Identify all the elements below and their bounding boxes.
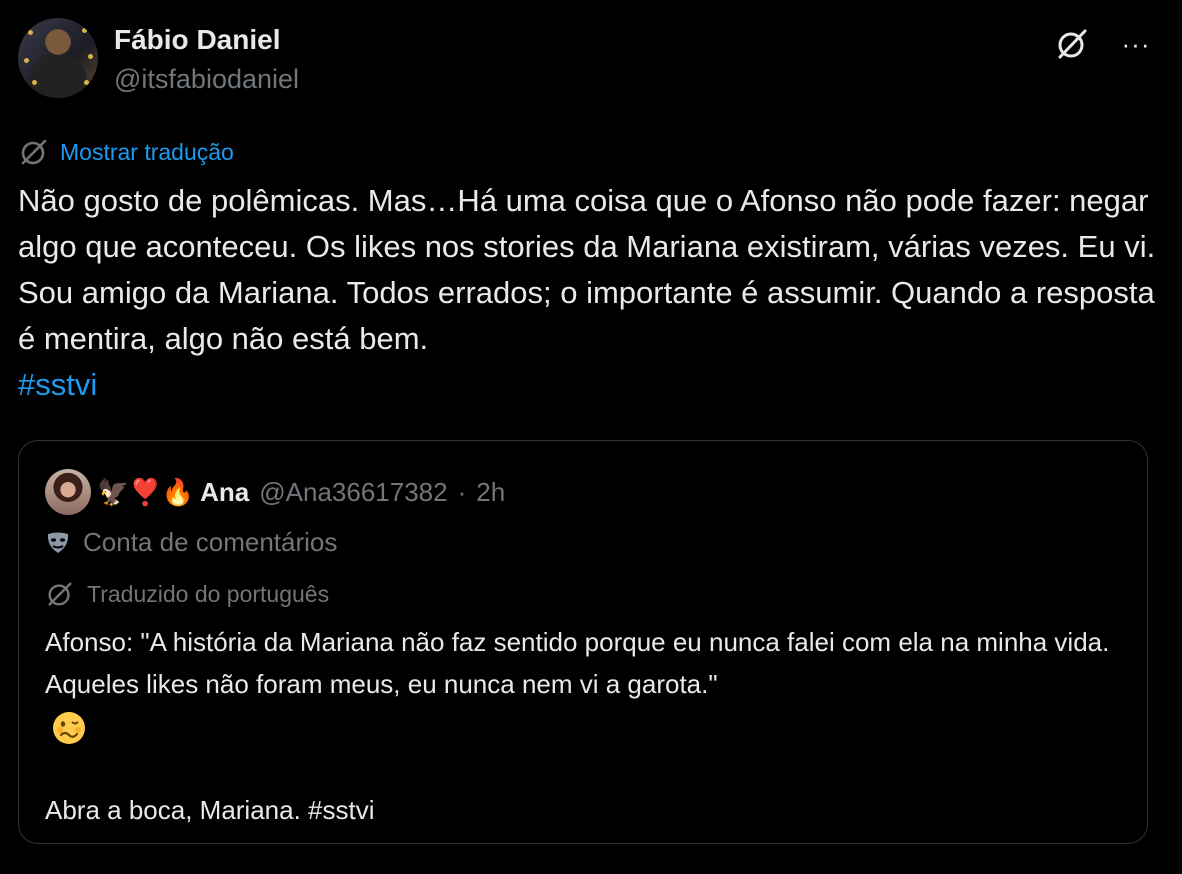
quoted-text-line2: Abra a boca, Mariana. #sstvi [45,795,375,825]
tweet-text: Não gosto de polêmicas. Mas…Há uma coisa… [18,178,1158,408]
woozy-face-icon [53,712,85,745]
translated-label-text: Traduzido do português [87,580,330,607]
account-label-text: Conta de comentários [83,527,338,557]
tweet-body: Não gosto de polêmicas. Mas…Há uma coisa… [18,183,1156,356]
meta-separator: · [457,476,467,507]
quoted-author-handle[interactable]: @Ana36617382 [259,477,447,508]
account-label: Conta de comentários [45,527,337,558]
more-options-icon[interactable]: ··· [1114,22,1158,66]
quoted-text-line1: Afonso: "A história da Mariana não faz s… [45,627,1110,699]
translated-label: Traduzido do português [45,579,329,609]
translate-icon [48,582,72,606]
author-name[interactable]: Fábio Daniel [114,24,280,56]
header-actions: ··· [1050,22,1158,66]
quoted-tweet[interactable]: 🦅❣️🔥 Ana @Ana36617382 · 2h Conta de come… [18,440,1148,844]
author-handle[interactable]: @itsfabiodaniel [114,64,299,95]
quoted-tweet-header: 🦅❣️🔥 Ana @Ana36617382 · 2h [45,469,505,515]
theater-mask-icon [47,532,69,553]
quoted-tweet-time[interactable]: 2h [476,477,505,508]
show-translation[interactable]: Mostrar tradução [18,136,234,168]
quoted-author-name[interactable]: Ana [200,477,249,508]
author-avatar[interactable] [18,18,98,98]
grok-icon[interactable] [1050,22,1094,66]
quoted-tweet-text: Afonso: "A história da Mariana não faz s… [45,621,1125,831]
tweet-header: Fábio Daniel @itsfabiodaniel ··· [18,18,1158,102]
quoted-author-avatar[interactable] [45,469,91,515]
quoted-author-name-emojis: 🦅❣️🔥 [97,477,195,507]
show-translation-link[interactable]: Mostrar tradução [60,139,234,166]
tweet-hashtag-link[interactable]: #sstvi [18,367,97,402]
translate-icon [21,139,47,165]
